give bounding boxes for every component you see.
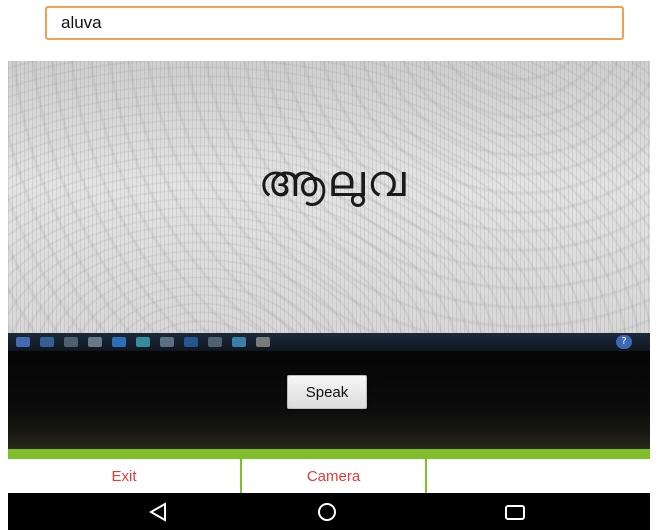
green-divider bbox=[8, 449, 650, 459]
action-bar-empty-slot bbox=[427, 459, 650, 493]
recognized-text-value: aluva bbox=[61, 13, 102, 32]
recognized-text-field[interactable]: aluva bbox=[45, 6, 624, 40]
taskbar-folder-icon bbox=[160, 337, 174, 347]
camera-button[interactable]: Camera bbox=[242, 459, 427, 493]
exit-button[interactable]: Exit bbox=[8, 459, 242, 493]
taskbar-app-icon bbox=[256, 337, 270, 347]
taskbar-globe-icon bbox=[232, 337, 246, 347]
captured-monitor-image: ആലുവ bbox=[8, 61, 650, 336]
camera-preview: ആലുവ ? Speak bbox=[8, 61, 650, 449]
taskbar-app-icon bbox=[136, 337, 150, 347]
captured-malayalam-text: ആലുവ bbox=[258, 156, 408, 207]
taskbar-app-icon bbox=[40, 337, 54, 347]
taskbar-app-icon bbox=[64, 337, 78, 347]
taskbar-gear-icon bbox=[88, 337, 102, 347]
app-screen: aluva ആലുവ ? Speak Exit Camera bbox=[0, 0, 658, 530]
speak-button[interactable]: Speak bbox=[287, 375, 367, 409]
triangle-back-icon[interactable] bbox=[149, 502, 167, 522]
taskbar-app-icon bbox=[208, 337, 222, 347]
android-nav-bar bbox=[8, 493, 650, 530]
action-bar: Exit Camera bbox=[8, 459, 650, 493]
photo-taskbar: ? bbox=[8, 333, 650, 351]
taskbar-browser-icon bbox=[112, 337, 126, 347]
taskbar-app-icon bbox=[184, 337, 198, 347]
circle-home-icon[interactable] bbox=[317, 502, 337, 522]
taskbar-start-icon bbox=[16, 337, 30, 347]
square-recents-icon[interactable] bbox=[504, 502, 526, 522]
help-icon: ? bbox=[616, 335, 632, 349]
